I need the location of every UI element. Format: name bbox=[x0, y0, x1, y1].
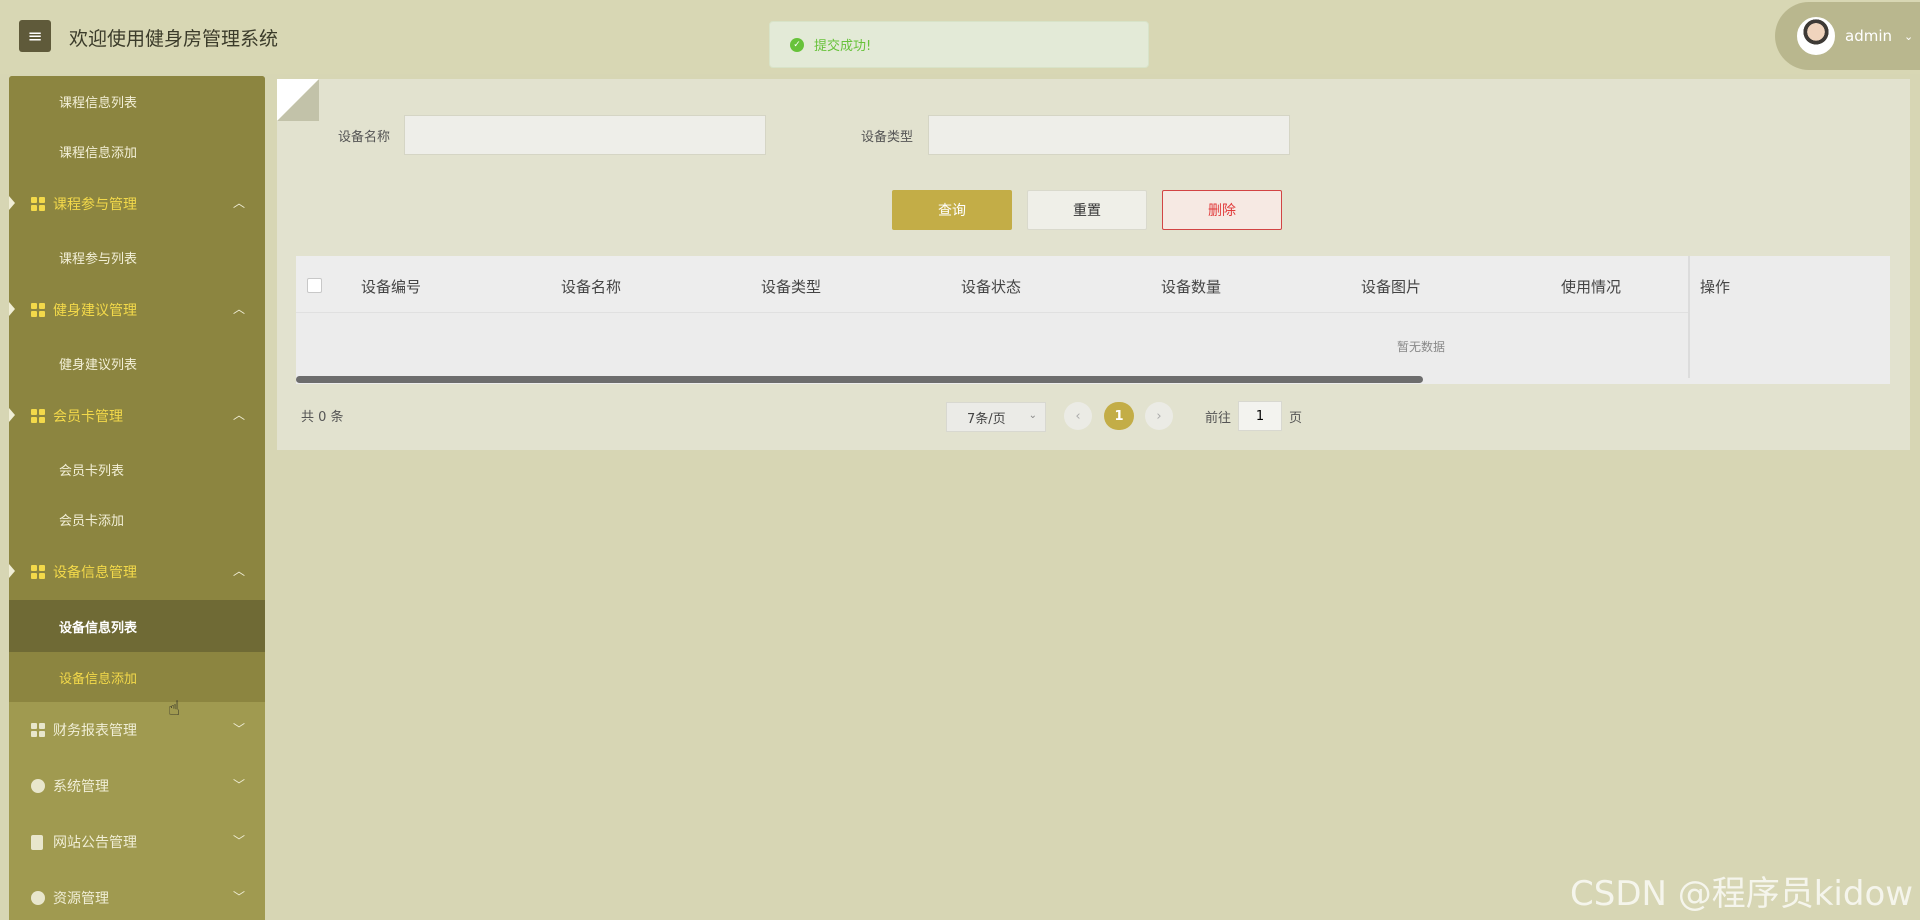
user-name[interactable]: admin bbox=[1845, 27, 1892, 45]
empty-message: 暂无数据 bbox=[1397, 340, 1446, 354]
sidebar-item-equipment-add[interactable]: 设备信息添加 bbox=[9, 652, 265, 702]
sidebar-item-equipment-list[interactable]: 设备信息列表 bbox=[9, 600, 265, 652]
query-button[interactable]: 查询 bbox=[892, 190, 1012, 230]
sidebar-group-fitness-advice[interactable]: 健身建议管理 ︿ bbox=[9, 282, 265, 338]
col-header[interactable]: 使用情况 bbox=[1561, 276, 1621, 297]
top-header: ≡ 欢迎使用健身房管理系统 ✓ 提交成功! admin ⌄ bbox=[0, 0, 1920, 74]
goto-suffix: 页 bbox=[1289, 411, 1303, 426]
success-toast: ✓ 提交成功! bbox=[769, 21, 1149, 68]
user-menu[interactable]: admin ⌄ bbox=[1775, 2, 1920, 70]
sidebar-item-card-add[interactable]: 会员卡添加 bbox=[9, 494, 265, 544]
col-header[interactable]: 设备数量 bbox=[1161, 276, 1221, 297]
col-header[interactable]: 设备状态 bbox=[961, 276, 1021, 297]
sidebar-group-label: 网站公告管理 bbox=[53, 835, 137, 851]
sidebar-group-label: 财务报表管理 bbox=[53, 723, 137, 739]
sidebar-group-member-card[interactable]: 会员卡管理 ︿ bbox=[9, 388, 265, 444]
sidebar-item-label: 会员卡添加 bbox=[59, 513, 125, 529]
grid-icon bbox=[31, 565, 45, 579]
check-icon: ✓ bbox=[790, 37, 804, 52]
equipment-table: 设备编号 设备名称 设备类型 设备状态 设备数量 设备图片 使用情况 暂无数据 … bbox=[296, 256, 1890, 384]
chevron-down-icon: ﹀ bbox=[232, 778, 245, 792]
delete-button[interactable]: 删除 bbox=[1162, 190, 1282, 230]
chevron-down-icon: ⌄ bbox=[1028, 410, 1037, 421]
grid-icon bbox=[31, 197, 45, 211]
grid-icon bbox=[31, 723, 45, 737]
sidebar-item-participation-list[interactable]: 课程参与列表 bbox=[9, 232, 265, 282]
sidebar-group-announcement[interactable]: 网站公告管理 ﹀ bbox=[9, 814, 265, 870]
type-label: 设备类型 bbox=[861, 130, 914, 145]
sidebar-item-label: 设备信息列表 bbox=[59, 620, 138, 636]
goto-page-input[interactable] bbox=[1238, 401, 1282, 431]
sidebar-group-course-participation[interactable]: 课程参与管理 ︿ bbox=[9, 176, 265, 232]
page-size-value: 7条/页 bbox=[967, 411, 1006, 427]
sidebar-item-label: 会员卡列表 bbox=[59, 463, 125, 479]
goto-prefix: 前往 bbox=[1205, 411, 1232, 426]
avatar[interactable] bbox=[1797, 17, 1835, 55]
sidebar-group-label: 会员卡管理 bbox=[53, 409, 123, 425]
prev-page-button[interactable]: ‹ bbox=[1064, 402, 1092, 430]
select-all-checkbox[interactable] bbox=[307, 278, 322, 293]
table-header: 设备编号 设备名称 设备类型 设备状态 设备数量 设备图片 使用情况 bbox=[296, 256, 1890, 313]
grid-icon bbox=[31, 409, 45, 423]
sidebar-item-label: 课程信息添加 bbox=[59, 145, 138, 161]
col-header[interactable]: 设备图片 bbox=[1361, 276, 1421, 297]
chevron-down-icon: ﹀ bbox=[232, 834, 245, 848]
toast-message: 提交成功! bbox=[814, 39, 872, 54]
chevron-down-icon: ﹀ bbox=[232, 722, 245, 736]
sidebar-group-equipment[interactable]: 设备信息管理 ︿ bbox=[9, 544, 265, 600]
col-header[interactable]: 设备类型 bbox=[761, 276, 821, 297]
active-marker bbox=[9, 564, 15, 578]
next-page-button[interactable]: › bbox=[1145, 402, 1173, 430]
chevron-up-icon: ︿ bbox=[232, 564, 245, 578]
sidebar-item-course-add[interactable]: 课程信息添加 bbox=[9, 126, 265, 176]
sidebar-item-label: 课程信息列表 bbox=[59, 95, 138, 111]
corner-fold-icon bbox=[277, 79, 319, 121]
plus-circle-icon bbox=[31, 891, 45, 905]
chevron-up-icon: ︿ bbox=[232, 302, 245, 316]
type-input[interactable] bbox=[928, 115, 1290, 155]
sidebar-group-finance[interactable]: 财务报表管理 ﹀ bbox=[9, 702, 265, 758]
content-panel: 设备名称 设备类型 查询 重置 删除 设备编号 设备名称 设备类型 设备状态 设… bbox=[277, 79, 1910, 450]
horizontal-scrollbar[interactable] bbox=[296, 376, 1423, 383]
chevron-up-icon: ︿ bbox=[232, 408, 245, 422]
sidebar: 课程信息列表 课程信息添加 课程参与管理 ︿ 课程参与列表 健身建议管理 ︿ 健… bbox=[9, 76, 265, 920]
reset-button[interactable]: 重置 bbox=[1027, 190, 1147, 230]
sidebar-group-label: 资源管理 bbox=[53, 891, 109, 907]
sidebar-group-resource[interactable]: 资源管理 ﹀ bbox=[9, 870, 265, 920]
active-marker bbox=[9, 408, 15, 422]
sidebar-item-card-list[interactable]: 会员卡列表 bbox=[9, 444, 265, 494]
page-number-current[interactable]: 1 bbox=[1104, 402, 1134, 430]
page-size-select[interactable]: 7条/页 ⌄ bbox=[946, 402, 1046, 432]
action-column: 操作 bbox=[1688, 256, 1890, 378]
sidebar-item-advice-list[interactable]: 健身建议列表 bbox=[9, 338, 265, 388]
chevron-up-icon: ︿ bbox=[232, 196, 245, 210]
sidebar-group-label: 课程参与管理 bbox=[53, 197, 137, 213]
chevron-down-icon: ﹀ bbox=[232, 890, 245, 904]
sidebar-item-label: 课程参与列表 bbox=[59, 251, 138, 267]
grid-icon bbox=[31, 303, 45, 317]
active-marker bbox=[9, 302, 15, 316]
sidebar-group-label: 系统管理 bbox=[53, 779, 109, 795]
hamburger-icon[interactable]: ≡ bbox=[19, 20, 51, 52]
hand-cursor-icon: ☝ bbox=[168, 696, 181, 720]
document-icon bbox=[31, 834, 43, 850]
sidebar-group-label: 健身建议管理 bbox=[53, 303, 137, 319]
sidebar-item-course-list[interactable]: 课程信息列表 bbox=[9, 76, 265, 126]
name-input[interactable] bbox=[404, 115, 766, 155]
col-header-action: 操作 bbox=[1700, 278, 1731, 296]
col-header[interactable]: 设备名称 bbox=[561, 276, 621, 297]
col-header[interactable]: 设备编号 bbox=[361, 276, 421, 297]
sidebar-item-label: 设备信息添加 bbox=[59, 671, 138, 687]
name-label: 设备名称 bbox=[338, 130, 391, 145]
total-count: 共 0 条 bbox=[301, 410, 344, 425]
app-title: 欢迎使用健身房管理系统 bbox=[69, 28, 279, 50]
sidebar-group-label: 设备信息管理 bbox=[53, 565, 137, 581]
sidebar-group-system[interactable]: 系统管理 ﹀ bbox=[9, 758, 265, 814]
watermark: CSDN @程序员kidow bbox=[1570, 874, 1914, 914]
active-marker bbox=[9, 196, 15, 210]
sidebar-item-label: 健身建议列表 bbox=[59, 357, 138, 373]
chevron-down-icon[interactable]: ⌄ bbox=[1904, 30, 1913, 43]
gear-icon bbox=[31, 779, 45, 793]
